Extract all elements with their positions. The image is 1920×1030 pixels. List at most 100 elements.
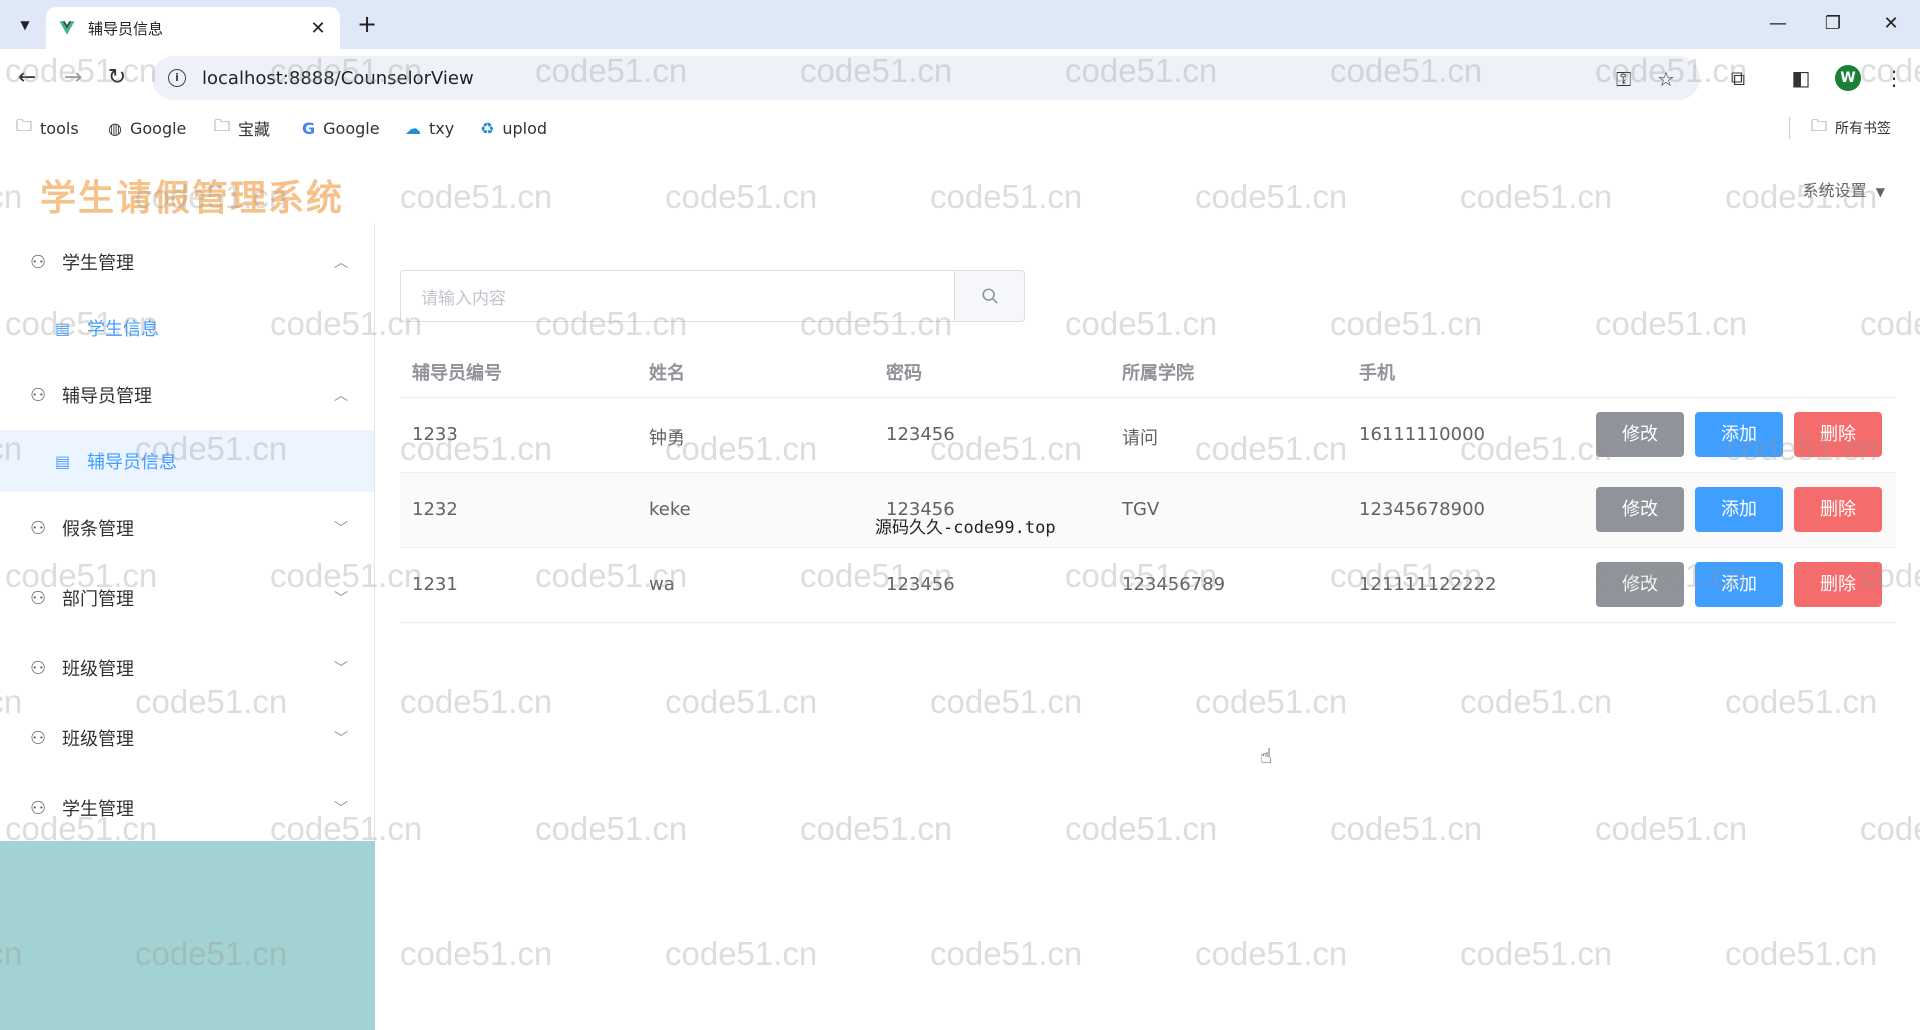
sidebar-item-counselor-info[interactable]: ▤ 辅导员信息 [0, 430, 374, 492]
cell-phone: 16111110000 [1359, 424, 1485, 445]
app-header: 学生请假管理系统 系统设置 ▼ [0, 147, 1920, 223]
tab-close-icon[interactable]: ✕ [308, 18, 328, 39]
edit-button[interactable]: 修改 [1596, 562, 1684, 607]
main-content: 请输入内容 辅导员编号 姓名 密码 所属学院 手机 1233 钟勇 123456… [376, 223, 1920, 1030]
sidebar-background-fill [0, 841, 375, 1030]
document-icon: ▤ [55, 318, 71, 338]
bookmark-folder-baozang[interactable]: 🗀 宝藏 [214, 115, 270, 141]
user-icon: ⚇ [30, 587, 47, 609]
add-button[interactable]: 添加 [1695, 487, 1783, 532]
sidebar-group-leave[interactable]: ⚇ 假条管理 ﹀ [0, 493, 374, 563]
sidebar-group-department[interactable]: ⚇ 部门管理 ﹀ [0, 563, 374, 633]
folder-icon: 🗀 [16, 115, 33, 135]
site-info-icon[interactable]: i [168, 69, 186, 87]
cell-name: keke [649, 499, 691, 520]
restore-button[interactable]: ❐ [1806, 8, 1860, 40]
forward-arrow-icon[interactable]: → [58, 63, 88, 93]
sidebar-group-class-2[interactable]: ⚇ 班级管理 ﹀ [0, 703, 374, 773]
table-row: 1233 钟勇 123456 请问 16111110000 修改 添加 删除 [400, 398, 1896, 473]
profile-avatar[interactable]: W [1835, 65, 1861, 91]
table-row: 1232 keke 123456 TGV 12345678900 修改 添加 删… [400, 473, 1896, 548]
cell-password: 123456 [886, 574, 955, 595]
cell-id: 1231 [412, 574, 458, 595]
sidebar-group-class[interactable]: ⚇ 班级管理 ﹀ [0, 633, 374, 703]
chevron-down-icon: ﹀ [334, 591, 348, 607]
bookmark-txy[interactable]: ☁ txy [405, 115, 454, 141]
chevron-up-icon: ︿ [334, 255, 348, 271]
delete-button[interactable]: 删除 [1794, 412, 1882, 457]
tab-title: 辅导员信息 [88, 19, 164, 38]
sidebar-group-student-2[interactable]: ⚇ 学生管理 ﹀ [0, 773, 374, 843]
document-icon: ▤ [55, 451, 71, 471]
hand-cursor-icon: ☝ [1260, 744, 1273, 768]
bookmark-uplod[interactable]: ♻ uplod [480, 115, 547, 141]
search-button[interactable] [954, 270, 1025, 322]
header-counselor-id: 辅导员编号 [412, 363, 502, 384]
user-icon: ⚇ [30, 251, 47, 273]
sidebar-group-student[interactable]: ⚇ 学生管理 ︿ [0, 227, 374, 297]
header-name: 姓名 [649, 363, 685, 384]
cell-id: 1233 [412, 424, 458, 445]
reload-icon[interactable]: ↻ [102, 63, 132, 93]
header-college: 所属学院 [1122, 363, 1194, 384]
chevron-down-icon: ﹀ [334, 801, 348, 817]
new-tab-button[interactable]: + [352, 10, 382, 40]
browser-tab[interactable]: 辅导员信息 ✕ [46, 7, 340, 49]
uplod-icon: ♻ [480, 118, 495, 138]
table-row: 1231 wa 123456 123456789 121111122222 修改… [400, 548, 1896, 623]
search-input[interactable]: 请输入内容 [400, 270, 956, 322]
side-panel-icon[interactable]: ◧ [1786, 63, 1816, 93]
close-window-button[interactable]: ✕ [1864, 8, 1918, 40]
all-bookmarks[interactable]: 🗀 所有书签 [1811, 115, 1891, 141]
user-icon: ⚇ [30, 727, 47, 749]
app-title: 学生请假管理系统 [40, 178, 345, 219]
cell-college: TGV [1122, 499, 1160, 520]
system-settings-dropdown[interactable]: 系统设置 ▼ [1803, 177, 1885, 201]
caret-down-icon: ▼ [1875, 185, 1885, 199]
password-key-icon[interactable]: ⚿ [1616, 67, 1631, 91]
cell-name: wa [649, 574, 675, 595]
browser-menu-icon[interactable]: ⋮ [1879, 63, 1909, 93]
search-icon [981, 288, 998, 304]
user-icon: ⚇ [30, 797, 47, 819]
add-button[interactable]: 添加 [1695, 562, 1783, 607]
cell-name: 钟勇 [649, 428, 685, 449]
bookmarks-separator [1789, 117, 1790, 139]
edit-button[interactable]: 修改 [1596, 487, 1684, 532]
folder-icon: 🗀 [214, 115, 231, 135]
bookmark-google[interactable]: ◍ Google [108, 115, 186, 141]
sidebar-item-student-info[interactable]: ▤ 学生信息 [0, 297, 374, 359]
edit-button[interactable]: 修改 [1596, 412, 1684, 457]
user-icon: ⚇ [30, 517, 47, 539]
sidebar-group-counselor[interactable]: ⚇ 辅导员管理 ︿ [0, 360, 374, 430]
bookmark-folder-tools[interactable]: 🗀 tools [16, 115, 79, 141]
bookmark-google-2[interactable]: G Google [302, 115, 380, 141]
chevron-down-icon: ﹀ [334, 661, 348, 677]
omnibox[interactable]: i localhost:8888/CounselorView ⚿ ☆ [152, 56, 1700, 100]
bookmarks-bar: 🗀 tools ◍ Google 🗀 宝藏 G Google ☁ txy ♻ u… [0, 107, 1920, 147]
bookmark-star-icon[interactable]: ☆ [1657, 67, 1675, 91]
counselor-table: 辅导员编号 姓名 密码 所属学院 手机 1233 钟勇 123456 请问 16… [400, 343, 1896, 623]
overlay-source-text: 源码久久-code99.top [875, 518, 1056, 538]
cell-college: 请问 [1122, 428, 1158, 449]
sidebar-menu: ⚇ 学生管理 ︿ ▤ 学生信息 ⚇ 辅导员管理 ︿ ▤ 辅导员信息 ⚇ 假条管理… [0, 223, 375, 841]
header-password: 密码 [886, 363, 922, 384]
cell-id: 1232 [412, 499, 458, 520]
user-icon: ⚇ [30, 384, 47, 406]
browser-tab-strip: ▼ 辅导员信息 ✕ + — ❐ ✕ [0, 0, 1920, 49]
add-button[interactable]: 添加 [1695, 412, 1783, 457]
cell-college: 123456789 [1122, 574, 1226, 595]
tab-search-dropdown[interactable]: ▼ [10, 10, 40, 40]
back-arrow-icon[interactable]: ← [12, 63, 42, 93]
chevron-down-icon: ﹀ [334, 521, 348, 537]
cell-phone: 121111122222 [1359, 574, 1497, 595]
minimize-button[interactable]: — [1751, 8, 1805, 40]
url-text[interactable]: localhost:8888/CounselorView [202, 68, 474, 89]
header-phone: 手机 [1359, 363, 1395, 384]
folder-icon: 🗀 [1811, 115, 1828, 135]
extensions-icon[interactable]: ⧉ [1723, 63, 1753, 93]
globe-icon: ◍ [108, 118, 122, 138]
delete-button[interactable]: 删除 [1794, 487, 1882, 532]
delete-button[interactable]: 删除 [1794, 562, 1882, 607]
chevron-down-icon: ﹀ [334, 731, 348, 747]
